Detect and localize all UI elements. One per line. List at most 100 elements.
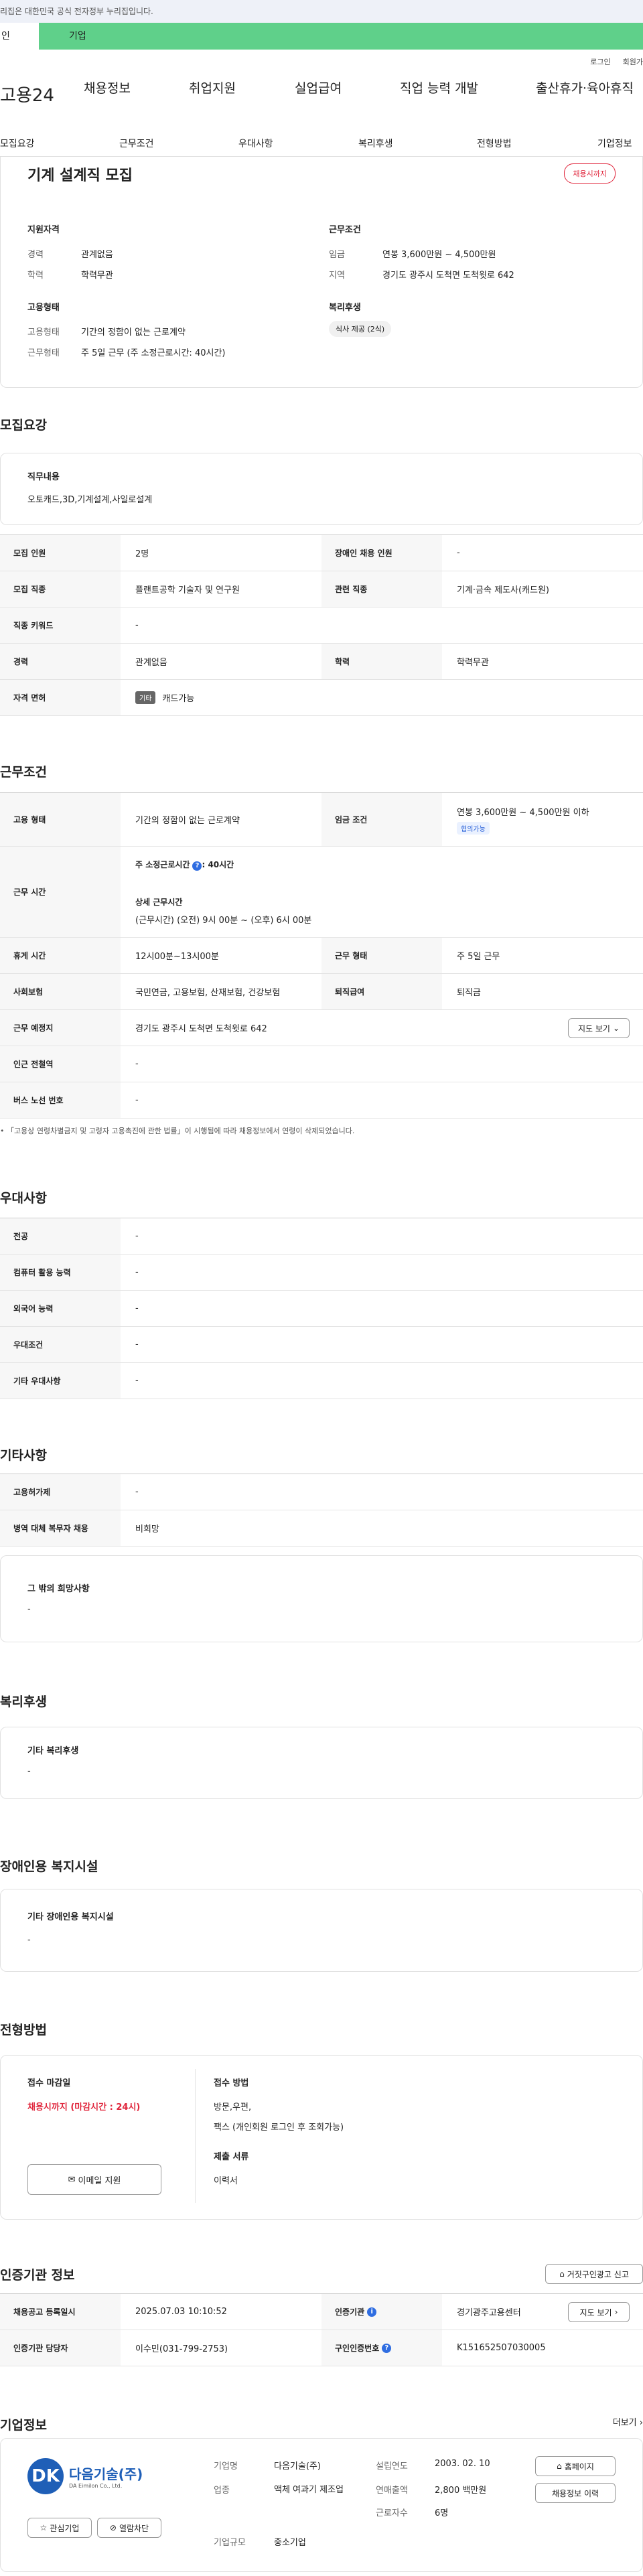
info-value: 액체 여과기 제조업 (274, 2485, 344, 2495)
table-row: 사회보험 국민연금, 고용보험, 산재보험, 건강보험 퇴직급여 퇴직금 (0, 974, 643, 1010)
tab-personal[interactable]: 인 (0, 23, 39, 50)
info-label: 기업규모 (214, 2538, 246, 2548)
recruit-table: 모집 인원 2명 장애인 채용 인원 - 모집 직종 플랜트공학 기술자 및 연… (0, 534, 643, 716)
info-value: 6명 (435, 2508, 449, 2518)
qual-title: 지원자격 (27, 225, 60, 235)
license-value: 캐드가능 (162, 694, 195, 704)
report-button[interactable]: ⌂ 거짓구인광고 신고 (545, 2264, 643, 2284)
company-logo: DK 다음기술(주) DA Eimilon Co., Ltd. (27, 2456, 175, 2496)
subnav-screen[interactable]: 전형방법 (477, 137, 512, 150)
info-label: 업종 (214, 2486, 230, 2496)
welfare-card: 기타 복리후생 - (0, 1727, 643, 1799)
logo-name: 다음기술(주) (69, 2466, 143, 2482)
disabled-title: 기타 장애인용 복지시설 (27, 1912, 114, 1922)
cell-head: 근무 시간 (0, 847, 121, 937)
table-row: 전공 - (0, 1218, 643, 1255)
star-icon: ☆ (40, 2523, 48, 2532)
gnb-item-leave[interactable]: 출산휴가·육아휴직 (536, 78, 634, 96)
info-icon[interactable]: ? (192, 861, 202, 871)
table-row: 버스 노선 번호 - (0, 1082, 643, 1119)
table-row: 근무 예정지 경기도 광주시 도척면 도척윗로 642 지도 보기 ⌄ (0, 1010, 643, 1046)
email-apply-button[interactable]: ✉ 이메일 지원 (27, 2164, 161, 2195)
cell-head: 컴퓨터 활용 능력 (0, 1255, 121, 1290)
welfare-card-title: 기타 복리후생 (27, 1746, 79, 1756)
welfare-heading: 복리후생 (0, 1695, 47, 1709)
homepage-button[interactable]: ⌂ 홈페이지 (535, 2456, 616, 2476)
cert-map-button[interactable]: 지도 보기 › (568, 2302, 630, 2322)
recruit-heading: 모집요강 (0, 418, 47, 433)
emp-value: 기간의 정함이 없는 근로계약 (81, 328, 186, 338)
cell-value: 기타 캐드가능 (135, 680, 194, 715)
cell-head: 인증기관 i (322, 2294, 442, 2330)
map-button[interactable]: 지도 보기 ⌄ (568, 1018, 630, 1038)
site-logo[interactable]: 고용24 (0, 82, 54, 106)
info-icon[interactable]: i (367, 2307, 377, 2317)
info-icon[interactable]: ? (382, 2343, 392, 2353)
duty-card: 직무내용 오토캐드,3D,기계설계,사일로설계 (0, 453, 643, 525)
cell-value: 기계·금속 제도사(캐드원) (457, 585, 550, 595)
cell-head: 우대조건 (0, 1327, 121, 1362)
cert-table: 채용공고 등록일시 2025.07.03 10:10:52 인증기관 i 경기광주… (0, 2293, 643, 2366)
company-card: DK 다음기술(주) DA Eimilon Co., Ltd. ☆ 관심기업 ⊘ 열… (0, 2438, 643, 2572)
subnav-welfare[interactable]: 복리후생 (358, 137, 393, 150)
cell-head: 장애인 채용 인원 (322, 535, 442, 571)
cell-value: 경기도 광주시 도척면 도척윗로 642 (135, 1024, 267, 1034)
block-button[interactable]: ⊘ 열람차단 (97, 2518, 161, 2538)
table-row: 인증기관 담당자 이수민(031-799-2753) 구인인증번호? K1516… (0, 2330, 643, 2366)
cell-head: 모집 직종 (0, 571, 121, 607)
subnav-pref[interactable]: 우대사항 (238, 137, 273, 150)
docs-value: 이력서 (214, 2176, 238, 2186)
cell-head: 인증기관 담당자 (0, 2330, 121, 2366)
cell-value: 퇴직금 (457, 988, 481, 998)
subnav-work[interactable]: 근무조건 (119, 137, 154, 150)
job-history-button[interactable]: 채용정보 이력 (535, 2483, 616, 2503)
join-link[interactable]: 회원가 (623, 56, 643, 67)
qual-label: 학력 (27, 271, 44, 281)
wage-value: 연봉 3,600만원 ~ 4,500만원 이하 (457, 807, 589, 818)
login-link[interactable]: 로그인 (590, 56, 610, 67)
hours-detail-title: 상세 근무시간 (135, 898, 183, 907)
cell-head: 휴게 시간 (0, 938, 121, 973)
cell-value: 주 소정근로시간?: 40시간 상세 근무시간 (근무시간) (오전) 9시 0… (135, 847, 311, 937)
table-row: 고용허가제 - (0, 1474, 643, 1510)
cond-value: 경기도 광주시 도척면 도척윗로 642 (382, 271, 514, 281)
disabled-value: - (27, 1935, 31, 1945)
emp-value: 주 5일 근무 (주 소정근로시간: 40시간) (81, 348, 226, 358)
table-row: 휴게 시간 12시00분~13시00분 근무 형태 주 5일 근무 (0, 938, 643, 974)
cell-head: 임금 조건 (322, 793, 442, 846)
qual-label: 경력 (27, 250, 44, 260)
info-label: 기업명 (214, 2461, 238, 2472)
cell-head: 전공 (0, 1218, 121, 1254)
cell-head: 채용공고 등록일시 (0, 2294, 121, 2330)
table-row: 채용공고 등록일시 2025.07.03 10:10:52 인증기관 i 경기광주… (0, 2294, 643, 2330)
more-link[interactable]: 더보기 › (613, 2415, 643, 2428)
status-badge: 채용시까지 (564, 163, 616, 184)
section-nav: 모집요강 근무조건 우대사항 복리후생 전형방법 기업정보 (0, 133, 643, 157)
subnav-company[interactable]: 기업정보 (597, 137, 632, 150)
tab-company[interactable]: 기업 (39, 23, 643, 50)
chevron-right-icon: › (614, 2307, 618, 2317)
cell-value: - (135, 1059, 139, 1069)
cell-value: 2명 (135, 549, 149, 559)
method-value: 방문,우편, (214, 2102, 252, 2113)
gnb-item-benefit[interactable]: 실업급여 (295, 78, 342, 96)
gnb-item-support[interactable]: 취업지원 (189, 78, 236, 96)
qual-value: 학력무관 (81, 271, 113, 281)
cell-value: - (135, 620, 139, 630)
interest-button[interactable]: ☆ 관심기업 (27, 2518, 92, 2538)
hours-main: 주 소정근로시간 (135, 860, 190, 869)
gnb-item-jobs[interactable]: 채용정보 (84, 78, 131, 96)
welfare-title: 복리후생 (329, 303, 361, 313)
subnav-recruit[interactable]: 모집요강 (0, 137, 35, 150)
cond-label: 지역 (329, 271, 345, 281)
pref-table: 전공 - 컴퓨터 활용 능력 - 외국어 능력 - 우대조건 - 기타 우대사항 - (0, 1218, 643, 1399)
chevron-down-icon: ⌄ (612, 1023, 620, 1033)
other-title: 그 밖의 희망사항 (27, 1584, 90, 1594)
emp-label: 고용형태 (27, 328, 60, 338)
method-value: 팩스 (개인회원 로그인 후 조회가능) (214, 2123, 344, 2133)
gnb-item-training[interactable]: 직업 능력 개발 (400, 78, 478, 96)
cell-head: 모집 인원 (0, 535, 121, 571)
etc-table: 고용허가제 - 병역 대체 복무자 채용 비희망 (0, 1474, 643, 1547)
logo-mark: DK (27, 2458, 64, 2494)
gov-banner: 리집은 대한민국 공식 전자정부 누리집입니다. (0, 0, 643, 23)
